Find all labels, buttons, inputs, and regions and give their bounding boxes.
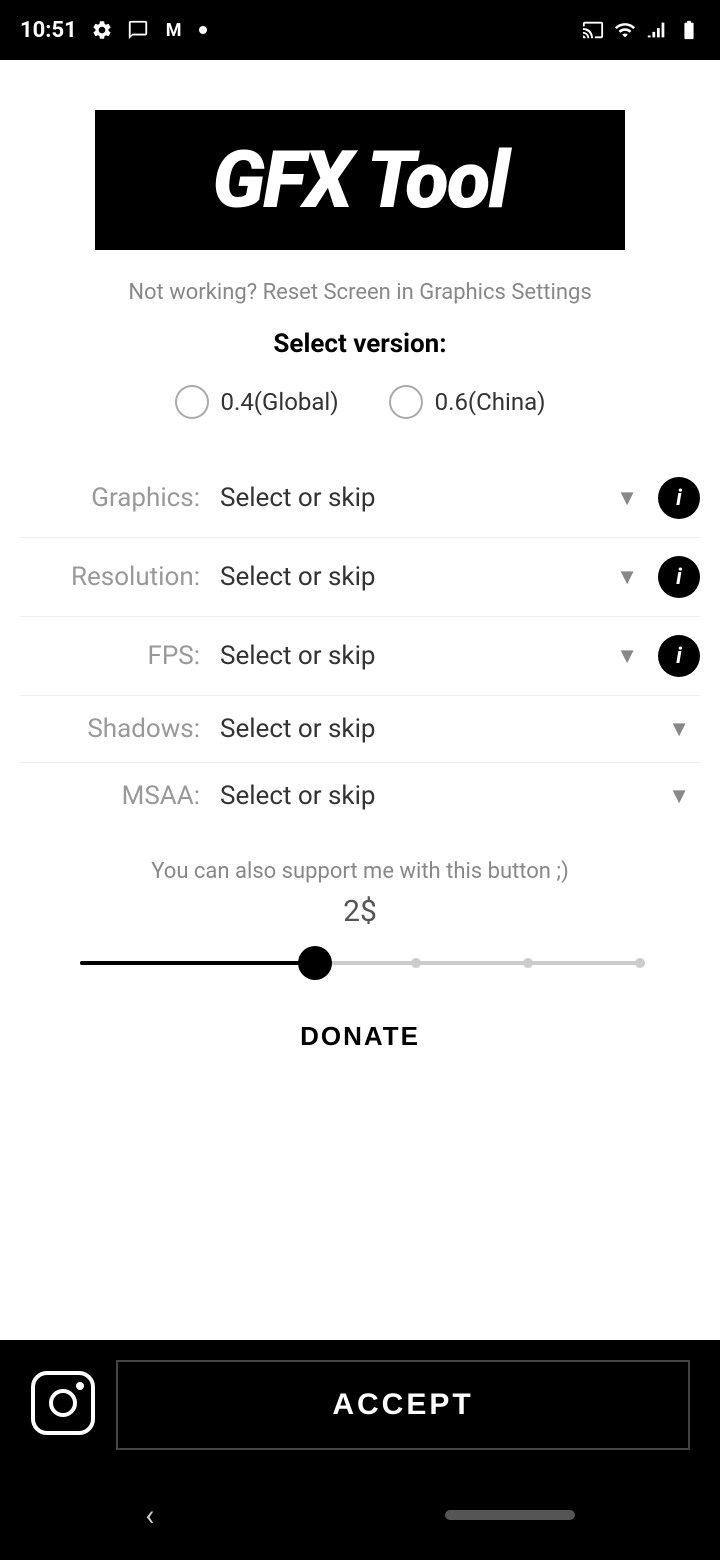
settings-container: Graphics: Select or skip ▼ i Resolution:… [20,459,700,829]
fps-dropdown[interactable]: Select or skip ▼ [210,641,648,671]
msaa-arrow-icon: ▼ [668,783,690,809]
resolution-info-button[interactable]: i [658,556,700,598]
instagram-icon[interactable] [30,1370,96,1440]
version-global-option[interactable]: 0.4(Global) [175,385,339,419]
shadows-row: Shadows: Select or skip ▼ [20,696,700,763]
main-content: GFX Tool Not working? Reset Screen in Gr… [0,60,720,1340]
version-section-label: Select version: [273,329,446,359]
battery-icon [678,19,700,41]
version-global-label: 0.4(Global) [221,388,339,416]
msaa-row: MSAA: Select or skip ▼ [20,763,700,829]
resolution-label: Resolution: [20,562,200,592]
nav-home-pill[interactable] [445,1510,575,1520]
status-left: 10:51 M [20,18,207,43]
version-radio-group: 0.4(Global) 0.6(China) [175,385,546,419]
msaa-dropdown[interactable]: Select or skip ▼ [210,781,700,811]
fps-arrow-icon: ▼ [616,643,638,669]
support-text: You can also support me with this button… [151,859,568,884]
version-global-radio[interactable] [175,385,209,419]
gmail-icon: M [163,19,185,41]
resolution-value: Select or skip [220,562,376,592]
hint-text: Not working? Reset Screen in Graphics Se… [128,280,591,305]
slider-thumb[interactable] [298,946,332,980]
graphics-label: Graphics: [20,483,200,513]
graphics-info-button[interactable]: i [658,477,700,519]
wifi-icon [614,19,636,41]
version-china-option[interactable]: 0.6(China) [389,385,546,419]
fps-label: FPS: [20,641,200,671]
slider-tick-2 [523,958,533,968]
nav-back-button[interactable]: ‹ [145,1498,154,1533]
fps-value: Select or skip [220,641,376,671]
donate-button[interactable]: DONATE [270,1011,450,1062]
status-bar: 10:51 M [0,0,720,60]
shadows-value: Select or skip [220,714,376,744]
logo-banner: GFX Tool [95,110,625,250]
graphics-arrow-icon: ▼ [616,485,638,511]
msaa-label: MSAA: [20,781,200,811]
donate-slider-container[interactable] [80,945,640,981]
bottom-action-bar: ACCEPT [0,1340,720,1470]
donate-amount: 2$ [343,894,377,929]
status-time: 10:51 [20,18,77,43]
fps-row: FPS: Select or skip ▼ i [20,617,700,696]
fps-info-button[interactable]: i [658,635,700,677]
graphics-dropdown[interactable]: Select or skip ▼ [210,483,648,513]
signal-bars-icon [646,19,668,41]
accept-button[interactable]: ACCEPT [116,1360,690,1450]
message-icon [127,19,149,41]
cast-icon [582,19,604,41]
app-title: GFX Tool [155,140,565,220]
resolution-row: Resolution: Select or skip ▼ i [20,538,700,617]
resolution-dropdown[interactable]: Select or skip ▼ [210,562,648,592]
graphics-row: Graphics: Select or skip ▼ i [20,459,700,538]
support-section: You can also support me with this button… [20,859,700,1092]
nav-bar: ‹ [0,1470,720,1560]
shadows-arrow-icon: ▼ [668,716,690,742]
slider-tick-3 [635,958,645,968]
slider-fill [80,961,315,965]
resolution-arrow-icon: ▼ [616,564,638,590]
settings-icon [91,19,113,41]
shadows-dropdown[interactable]: Select or skip ▼ [210,714,700,744]
status-right [582,19,700,41]
slider-tick-1 [411,958,421,968]
msaa-value: Select or skip [220,781,376,811]
shadows-label: Shadows: [20,714,200,744]
notification-dot [199,26,207,34]
graphics-value: Select or skip [220,483,376,513]
version-china-radio[interactable] [389,385,423,419]
version-china-label: 0.6(China) [435,388,546,416]
